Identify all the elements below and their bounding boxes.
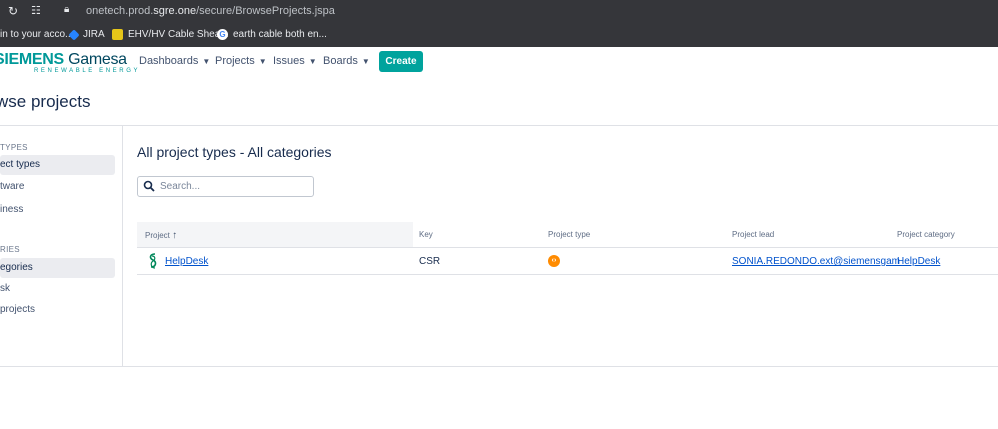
search-icon [143, 180, 155, 192]
menu-dashboards[interactable]: Dashboards ▼ [139, 55, 210, 67]
footer-divider [0, 366, 998, 367]
bookmark-item[interactable]: G earth cable both en... [217, 29, 327, 40]
sidebar-item-other-projects[interactable]: projects [0, 300, 115, 320]
sorted-column-header-bg [137, 222, 413, 247]
column-header-project-type[interactable]: Project type [548, 230, 590, 239]
table-cell-category[interactable]: HelpDesk [897, 256, 940, 267]
table-cell-key: CSR [419, 256, 441, 267]
warning-icon [112, 29, 123, 40]
sidebar-item-business[interactable]: iness [0, 200, 115, 220]
table-header-divider [137, 247, 998, 248]
google-icon: G [217, 29, 228, 40]
search-input[interactable] [160, 179, 310, 194]
sidebar-item-all-project-types[interactable]: ect types [0, 155, 115, 175]
chevron-down-icon: ▼ [361, 57, 370, 66]
software-project-icon: ‹› [548, 255, 560, 267]
chevron-down-icon: ▼ [308, 57, 317, 66]
chevron-down-icon: ▼ [202, 57, 211, 66]
sidebar-divider [122, 126, 123, 366]
reload-icon[interactable]: ↻ [8, 4, 18, 18]
sidebar-heading-types: TYPES [0, 143, 28, 152]
browser-chrome: ↻ ☷ 🔒︎ onetech.prod.sgre.one/secure/Brow… [0, 0, 998, 47]
siemens-gamesa-logo[interactable]: SIEMENS Gamesa RENEWABLE ENERGY [0, 51, 140, 74]
helpdesk-project-avatar-icon [149, 253, 157, 269]
table-cell-project[interactable]: HelpDesk [165, 256, 208, 267]
menu-boards[interactable]: Boards ▼ [323, 55, 370, 67]
bookmark-item[interactable]: EHV/HV Cable Shea... [112, 29, 229, 40]
column-header-key[interactable]: Key [419, 230, 433, 239]
chevron-down-icon: ▼ [258, 57, 267, 66]
menu-issues[interactable]: Issues ▼ [273, 55, 317, 67]
project-link[interactable]: HelpDesk [165, 256, 208, 267]
table-cell-lead[interactable]: SONIA.REDONDO.ext@siemensgam [732, 256, 900, 267]
address-bar[interactable]: ↻ ☷ 🔒︎ onetech.prod.sgre.one/secure/Brow… [0, 0, 998, 24]
divider [0, 125, 998, 126]
url-text[interactable]: onetech.prod.sgre.one/secure/BrowseProje… [86, 5, 335, 17]
bookmark-item[interactable]: in to your acco... [0, 29, 73, 40]
lock-icon[interactable]: 🔒︎ [64, 4, 69, 15]
sidebar-heading-categories: RIES [0, 245, 20, 254]
project-lead-link[interactable]: SONIA.REDONDO.ext@siemensgam [732, 256, 900, 267]
column-header-project-category[interactable]: Project category [897, 230, 955, 239]
page-title: wse projects [0, 92, 91, 111]
app-header: SIEMENS Gamesa RENEWABLE ENERGY Dashboar… [0, 47, 998, 77]
sidebar-item-helpdesk[interactable]: sk [0, 279, 115, 299]
menu-projects[interactable]: Projects ▼ [215, 55, 267, 67]
sort-ascending-icon: ↑ [172, 230, 178, 241]
table-row-divider [137, 274, 998, 275]
sidebar-item-all-categories[interactable]: egories [0, 258, 115, 278]
column-header-project[interactable]: Project ↑ [145, 230, 177, 241]
bookmark-item[interactable]: JIRA [68, 28, 105, 41]
content-title: All project types - All categories [137, 144, 332, 160]
apps-grid-icon[interactable]: ☷ [31, 4, 41, 17]
project-category-link[interactable]: HelpDesk [897, 256, 940, 267]
sidebar-item-software[interactable]: tware [0, 177, 115, 197]
jira-icon [68, 28, 80, 41]
column-header-project-lead[interactable]: Project lead [732, 230, 774, 239]
create-button[interactable]: Create [379, 51, 423, 72]
bookmarks-bar: in to your acco... JIRA EHV/HV Cable She… [0, 25, 998, 45]
search-box[interactable] [137, 176, 314, 197]
